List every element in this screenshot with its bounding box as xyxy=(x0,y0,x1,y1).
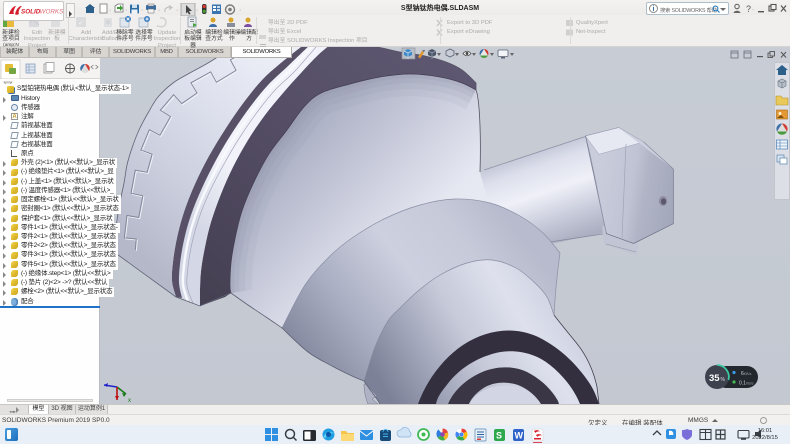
svg-text:·: · xyxy=(109,7,111,14)
svg-text:·: · xyxy=(141,7,143,14)
svg-text:S: S xyxy=(496,431,502,441)
svg-text:35: 35 xyxy=(709,373,720,384)
svg-text:W: W xyxy=(515,431,524,441)
svg-text:·: · xyxy=(239,7,241,14)
svg-text:·: · xyxy=(176,7,178,14)
svg-text:WORKS: WORKS xyxy=(40,9,65,16)
svg-text:·: · xyxy=(125,7,127,14)
svg-text:SOLID: SOLID xyxy=(21,9,41,16)
svg-text:·: · xyxy=(196,7,198,14)
svg-text:·: · xyxy=(158,7,160,14)
svg-text:?: ? xyxy=(746,4,751,14)
svg-text:·: · xyxy=(752,7,754,13)
svg-text:✓: ✓ xyxy=(78,20,84,27)
svg-text:%: % xyxy=(721,377,726,383)
